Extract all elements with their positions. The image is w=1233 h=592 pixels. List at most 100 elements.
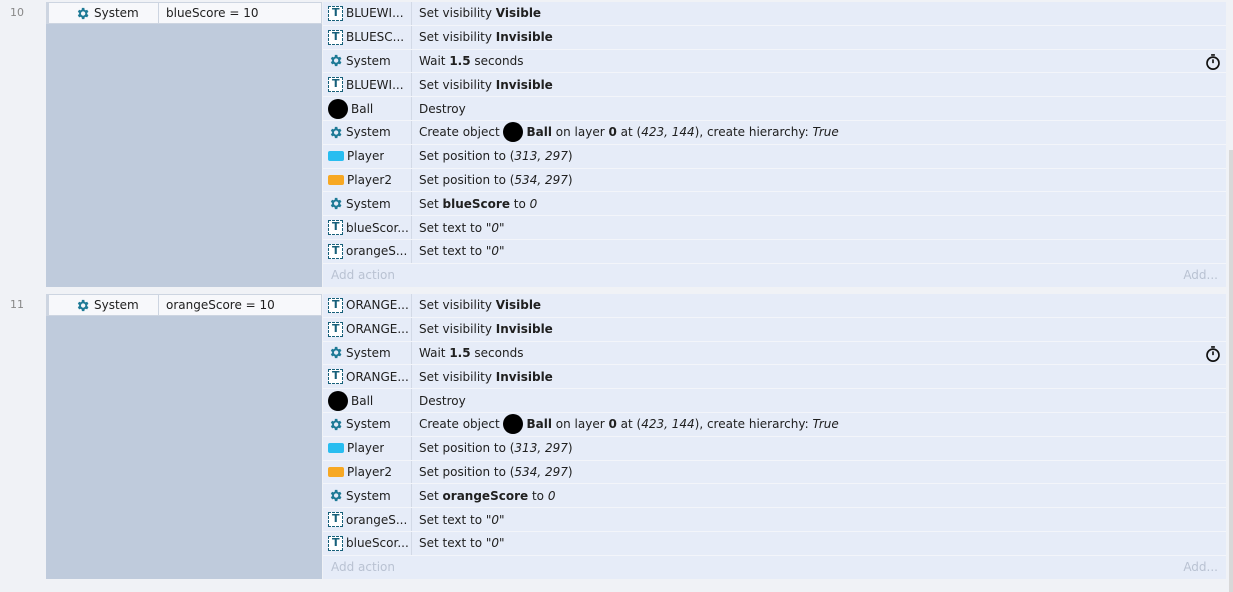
- param-bold: 1.5: [449, 53, 471, 68]
- action-description: Set orangeScore to 0: [412, 489, 555, 503]
- action-text: to: [509, 196, 530, 211]
- param-bold: Invisible: [495, 30, 553, 45]
- action-row[interactable]: System Set blueScore to 0: [323, 192, 1226, 217]
- action-description: Set text to " 0 ": [412, 244, 505, 258]
- action-text: seconds: [470, 345, 524, 360]
- text-icon: [328, 5, 343, 21]
- add-more-link[interactable]: Add...: [1183, 268, 1218, 282]
- gear-icon: [328, 345, 343, 360]
- action-text: Set visibility: [419, 369, 496, 384]
- player2-icon: [328, 174, 344, 185]
- event-number: 11: [10, 298, 24, 311]
- vertical-scrollbar[interactable]: [1229, 150, 1233, 592]
- action-description: Set text to " 0 ": [412, 221, 505, 235]
- action-row[interactable]: System Wait 1.5 seconds: [323, 341, 1226, 366]
- action-object-label: ORANGE...: [346, 369, 409, 384]
- gear-icon: [328, 196, 343, 211]
- action-description: Set position to (313, 297): [412, 149, 573, 163]
- add-action-row[interactable]: Add action Add...: [323, 556, 1226, 579]
- action-row[interactable]: Ball Destroy: [323, 389, 1226, 413]
- action-object-label: BLUEWI...: [346, 6, 404, 21]
- param-bold: 0: [608, 417, 617, 432]
- param-bold: 1.5: [449, 345, 471, 360]
- gear-icon: [328, 125, 343, 140]
- param-bold: Ball: [526, 125, 552, 140]
- action-row[interactable]: ORANGE...Set visibility Invisible: [323, 365, 1226, 390]
- param-value: 0: [491, 536, 500, 551]
- action-text: on layer: [551, 125, 609, 140]
- action-object-label: Player2: [347, 172, 392, 187]
- condition-object-label: System: [94, 6, 139, 20]
- action-object-label: System: [346, 488, 391, 503]
- action-object: BLUEWI...: [323, 73, 412, 97]
- action-text: seconds: [470, 53, 524, 68]
- action-description: Set visibility Invisible: [412, 78, 553, 92]
- action-object-label: System: [346, 53, 391, 68]
- action-row[interactable]: System Create object Ball on layer 0 at (…: [323, 412, 1226, 437]
- action-row[interactable]: Player Set position to (313, 297): [323, 144, 1226, 169]
- add-action-link[interactable]: Add action: [331, 560, 395, 574]
- action-row[interactable]: BLUEWI... Set visibility Visible: [323, 2, 1226, 26]
- action-row[interactable]: System Set orangeScore to 0: [323, 484, 1226, 509]
- action-object-label: ORANGE...: [346, 322, 409, 337]
- action-description: Set position to (534, 297): [412, 465, 573, 479]
- action-text: Set visibility: [419, 322, 496, 337]
- action-row[interactable]: BLUESC... Set visibility Invisible: [323, 25, 1226, 50]
- ball-icon: [328, 98, 348, 119]
- action-description: Wait 1.5 seconds: [412, 54, 523, 68]
- action-object-label: orangeS...: [346, 512, 408, 527]
- player-icon: [328, 151, 344, 162]
- param-bold: 0: [608, 125, 617, 140]
- event-number: 10: [10, 6, 24, 19]
- condition-row[interactable]: System blueScore = 10: [46, 2, 322, 24]
- action-description: Create object Ball on layer 0 at (423, 1…: [412, 414, 839, 435]
- action-description: Wait 1.5 seconds: [412, 346, 523, 360]
- action-row[interactable]: ORANGE...Set visibility Visible: [323, 294, 1226, 318]
- action-row[interactable]: Player Set position to (313, 297): [323, 436, 1226, 461]
- action-description: Set blueScore to 0: [412, 197, 537, 211]
- condition-row[interactable]: System orangeScore = 10: [46, 294, 322, 316]
- add-action-row[interactable]: Add action Add...: [323, 264, 1226, 287]
- conditions-area[interactable]: System blueScore = 10: [46, 2, 322, 287]
- action-row[interactable]: orangeS... Set text to "0": [323, 239, 1226, 264]
- action-row[interactable]: blueScor...Set text to "0": [323, 216, 1226, 240]
- action-text: ): [567, 149, 573, 164]
- action-object: Player2: [323, 460, 412, 484]
- action-object: ORANGE...: [323, 317, 412, 341]
- action-object: blueScor...: [323, 216, 412, 239]
- action-row[interactable]: System Wait 1.5 seconds: [323, 49, 1226, 74]
- action-text: Set position to (: [419, 172, 515, 187]
- text-icon: [328, 535, 343, 551]
- action-object-label: System: [346, 196, 391, 211]
- add-more-link[interactable]: Add...: [1183, 560, 1218, 574]
- action-row[interactable]: Player2 Set position to (534, 297): [323, 460, 1226, 485]
- action-description: Set visibility Visible: [412, 298, 541, 312]
- text-icon: [328, 512, 343, 528]
- action-text: Set text to ": [419, 244, 492, 259]
- conditions-area[interactable]: System orangeScore = 10: [46, 294, 322, 579]
- action-row[interactable]: ORANGE...Set visibility Invisible: [323, 317, 1226, 342]
- action-row[interactable]: BLUEWI... Set visibility Invisible: [323, 73, 1226, 98]
- param-value: 313, 297: [514, 441, 568, 456]
- action-row[interactable]: orangeS... Set text to "0": [323, 508, 1226, 532]
- gear-icon: [75, 298, 90, 313]
- action-object: blueScor...: [323, 531, 412, 555]
- add-action-link[interactable]: Add action: [331, 268, 395, 282]
- action-row[interactable]: Player2 Set position to (534, 297): [323, 168, 1226, 193]
- gear-icon: [328, 53, 343, 68]
- action-object: BLUESC...: [323, 25, 412, 49]
- action-row[interactable]: blueScor...Set text to "0": [323, 531, 1226, 556]
- action-text: Set position to (: [419, 149, 515, 164]
- action-object: System: [323, 49, 412, 73]
- action-row[interactable]: Ball Destroy: [323, 97, 1226, 121]
- action-description: Destroy: [412, 394, 466, 408]
- condition-object: System: [49, 3, 159, 23]
- param-value: 534, 297: [514, 172, 568, 187]
- action-text: ": [499, 512, 505, 527]
- action-description: Set text to " 0 ": [412, 513, 505, 527]
- action-text: Wait: [419, 345, 450, 360]
- action-text: Wait: [419, 53, 450, 68]
- action-row[interactable]: System Create object Ball on layer 0 at (…: [323, 120, 1226, 145]
- action-object: Ball: [323, 97, 412, 120]
- action-object-label: System: [346, 125, 391, 140]
